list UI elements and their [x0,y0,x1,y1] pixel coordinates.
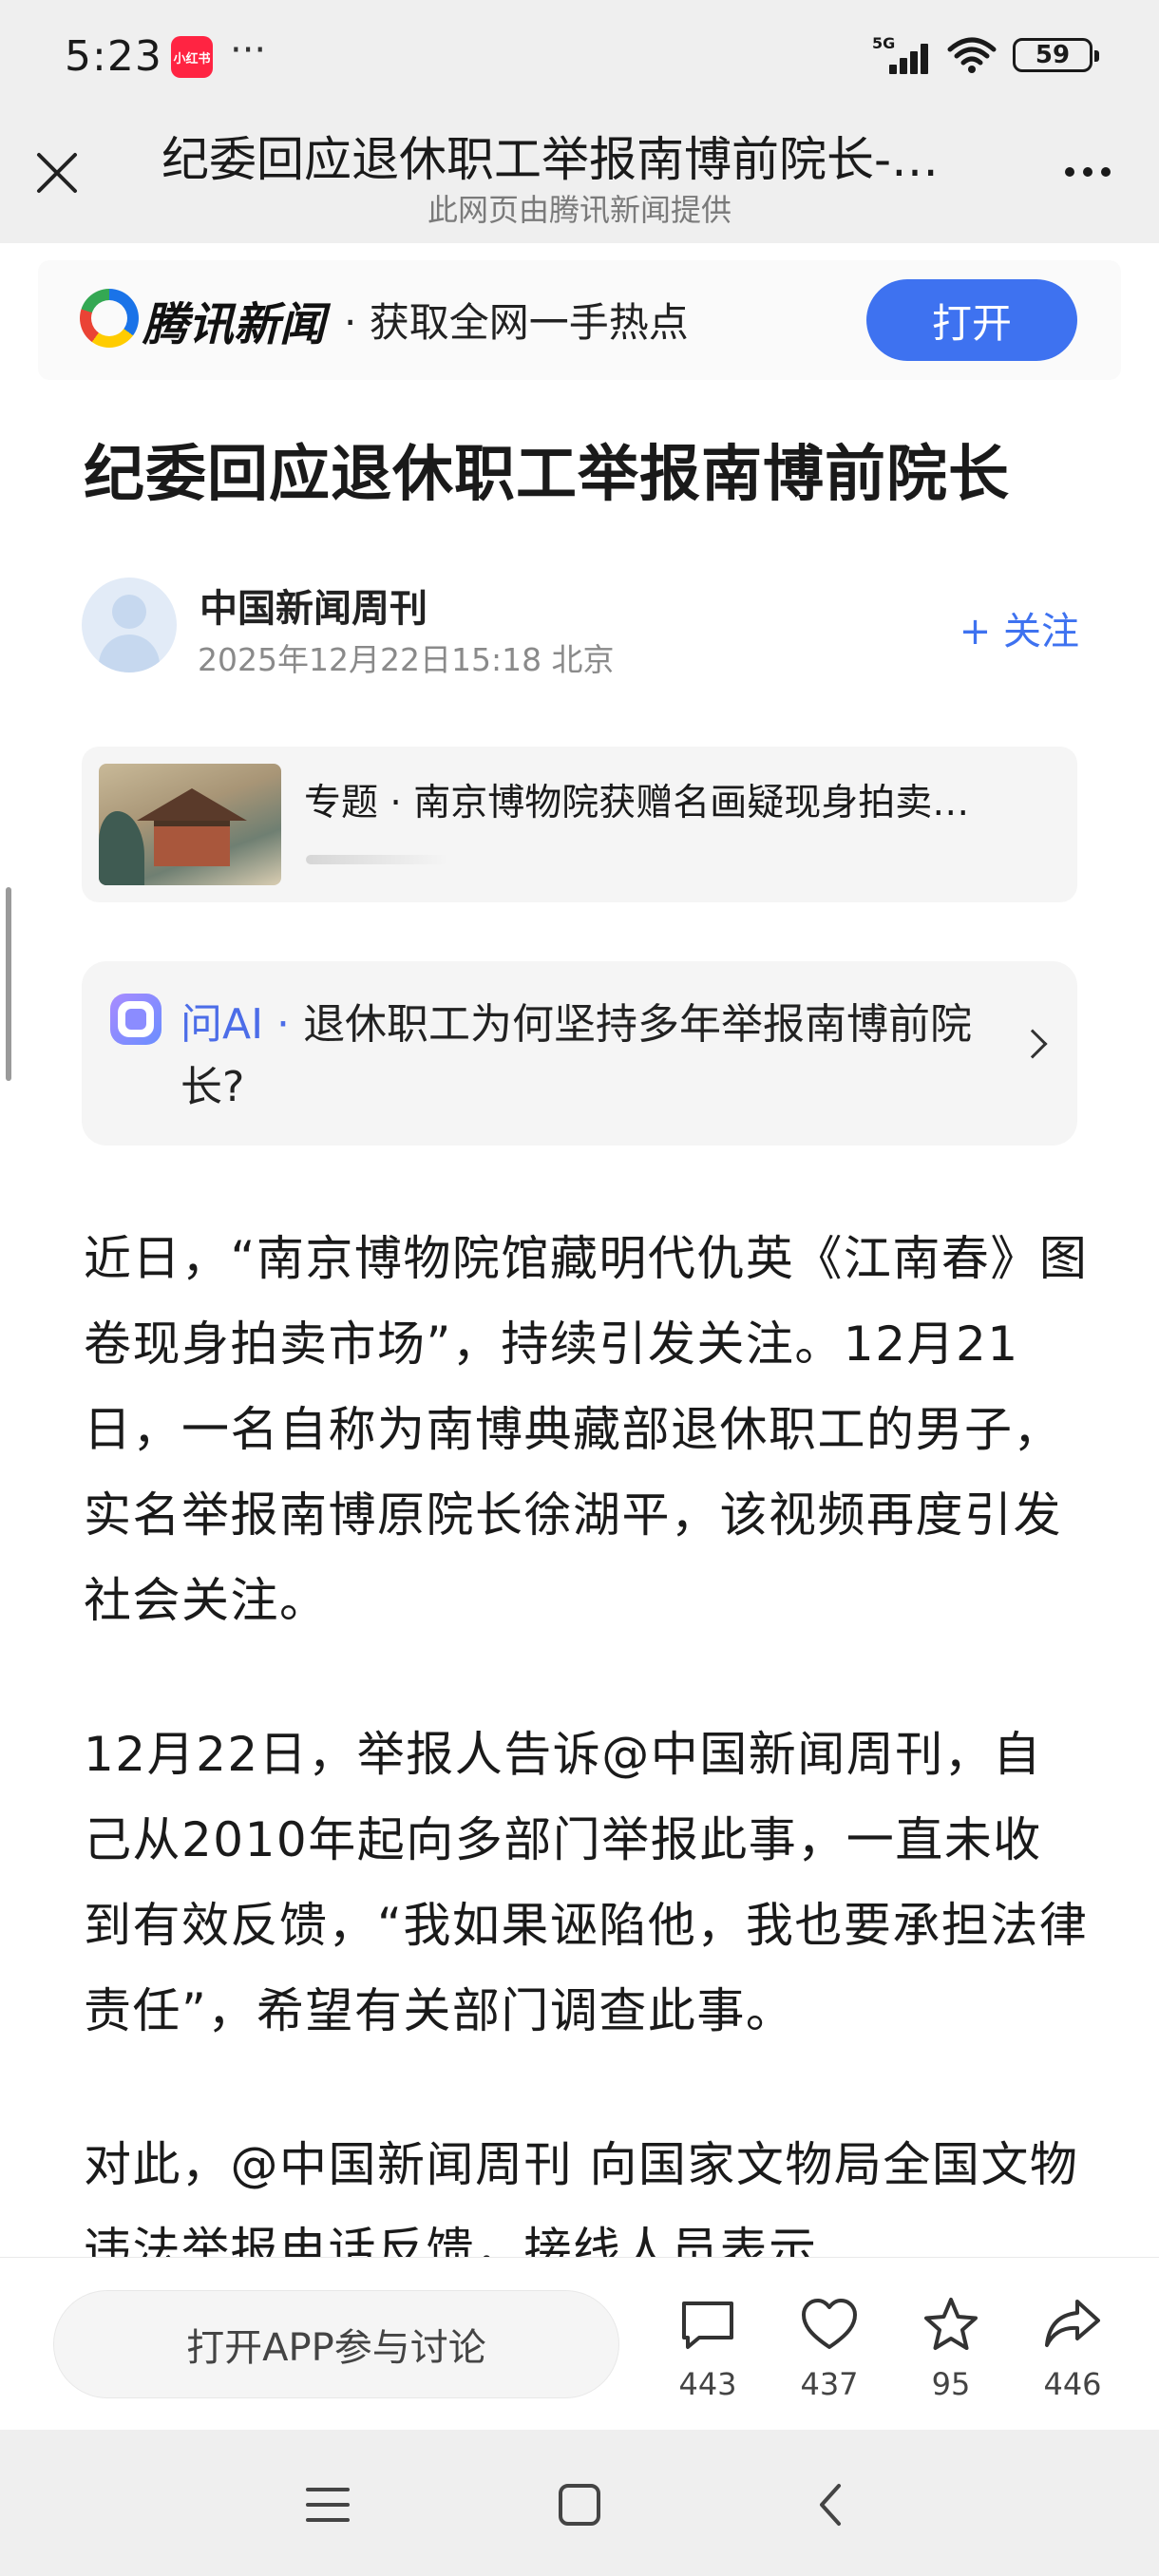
open-app-button[interactable]: 打开 [866,279,1077,361]
tencent-news-logo-icon [80,289,139,348]
comment-count: 443 [678,2366,737,2402]
article-body: 近日，“南京博物院馆藏明代仇英《江南春》图卷现身拍卖市场”，持续引发关注。12月… [84,1216,1091,2361]
menu-icon [306,2488,350,2522]
system-navigation-bar [0,2430,1159,2576]
more-dot-icon [1083,167,1092,177]
share-icon [1045,2300,1100,2347]
topic-title: 专题 · 南京博物院获赠名画疑现身拍卖… [304,782,970,824]
page-title: 纪委回应退休职工举报南博前院长-… [162,132,940,187]
article-paragraph: 近日，“南京博物院馆藏明代仇英《江南春》图卷现身拍卖市场”，持续引发关注。12月… [84,1231,1089,1628]
wifi-icon [947,37,997,73]
publish-meta: 2025年12月22日15:18 北京 [198,641,615,678]
favorite-button[interactable]: 95 [899,2296,1003,2410]
home-square-icon [559,2484,600,2526]
like-button[interactable]: 437 [777,2296,882,2410]
battery-level: 59 [1035,41,1071,69]
ai-label: 问AI · [180,1000,291,1049]
comment-button[interactable]: 443 [656,2296,760,2410]
article-paragraph: 12月22日，举报人告诉@中国新闻周刊，自己从2010年起向多部门举报此事，一直… [84,1727,1089,2038]
scrollbar[interactable] [6,887,11,1081]
recent-apps-button[interactable] [285,2472,370,2538]
favorite-count: 95 [931,2366,971,2402]
avatar[interactable] [82,578,177,672]
topic-card[interactable]: 专题 · 南京博物院获赠名画疑现身拍卖… [82,747,1077,902]
brand-name: 腾讯新闻 [142,298,326,351]
follow-button[interactable]: + 关注 [960,600,1079,655]
banner-slogan: · 获取全网一手热点 [344,299,689,346]
heart-icon [802,2299,857,2349]
browser-title-bar: 纪委回应退休职工举报南博前院长-… 此网页由腾讯新闻提供 [0,114,1159,243]
share-count: 446 [1043,2366,1102,2402]
like-count: 437 [800,2366,859,2402]
network-type-label: 5G [872,34,896,52]
topic-thumbnail [99,764,281,885]
back-button[interactable] [788,2472,874,2538]
home-button[interactable] [537,2472,622,2538]
ask-ai-card[interactable]: 问AI · 退休职工为何坚持多年举报南博前院长? [82,961,1077,1146]
battery-icon: 59 [1013,38,1099,72]
star-icon [924,2298,978,2350]
status-time: 5:23 [65,32,162,81]
notification-more-dots: ··· [230,28,267,72]
article-title: 纪委回应退休职工举报南博前院长 [84,440,1010,510]
bottom-action-bar: 打开APP参与讨论 443 437 95 446 [0,2257,1159,2430]
comment-icon [682,2301,733,2349]
chevron-right-icon [1017,1029,1048,1059]
cellular-signal-icon: 5G [872,34,931,74]
ai-question: 退休职工为何坚持多年举报南博前院长? [180,1000,973,1111]
open-app-banner[interactable]: 腾讯新闻 · 获取全网一手热点 打开 [38,260,1121,380]
status-bar: 5:23 小红书 ··· 5G 59 [0,0,1159,114]
ai-icon [110,994,162,1045]
back-chevron-icon [820,2484,841,2526]
more-dot-icon [1065,167,1074,177]
more-dot-icon [1101,167,1111,177]
author-row: 中国新闻周刊 2025年12月22日15:18 北京 + 关注 [82,578,1079,678]
author-name[interactable]: 中国新闻周刊 [200,578,428,633]
share-button[interactable]: 446 [1020,2296,1125,2410]
topic-progress-placeholder [306,855,448,864]
xiaohongshu-app-icon: 小红书 [171,36,213,78]
discuss-button[interactable]: 打开APP参与讨论 [53,2290,619,2398]
more-options-button[interactable] [1054,148,1121,196]
page-source-subtitle: 此网页由腾讯新闻提供 [427,192,732,228]
status-indicators: 5G 59 [872,34,1099,74]
ai-question-text: 问AI · 退休职工为何坚持多年举报南博前院长? [180,994,1016,1119]
